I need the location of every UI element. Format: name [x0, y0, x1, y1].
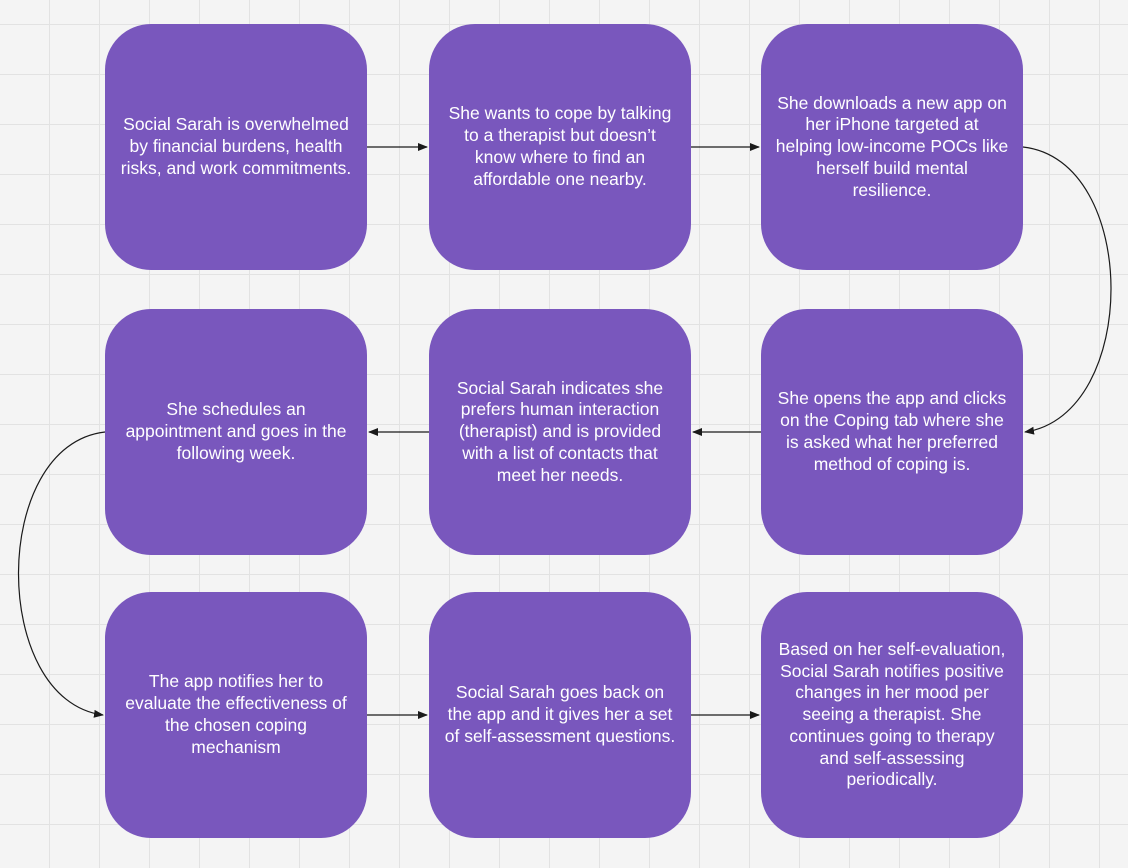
arrow-step3-to-step4 [1022, 146, 1112, 435]
step-card-6[interactable]: She schedules an appointment and goes in… [105, 309, 367, 555]
flowchart-canvas: Social Sarah is overwhelmed by financial… [0, 0, 1128, 868]
step-card-1[interactable]: Social Sarah is overwhelmed by financial… [105, 24, 367, 270]
step-1-text: Social Sarah is overwhelmed by financial… [120, 114, 352, 178]
step-4-text: She opens the app and clicks on the Copi… [777, 388, 1007, 474]
step-card-5[interactable]: Social Sarah indicates she prefers human… [429, 309, 691, 555]
step-card-4[interactable]: She opens the app and clicks on the Copi… [761, 309, 1023, 555]
step-card-7[interactable]: The app notifies her to evaluate the eff… [105, 592, 367, 838]
step-7-text: The app notifies her to evaluate the eff… [125, 671, 347, 757]
step-card-2[interactable]: She wants to cope by talking to a therap… [429, 24, 691, 270]
step-card-8[interactable]: Social Sarah goes back on the app and it… [429, 592, 691, 838]
arrow-step6-to-step7 [18, 431, 106, 718]
step-8-text: Social Sarah goes back on the app and it… [444, 682, 676, 746]
step-card-3[interactable]: She downloads a new app on her iPhone ta… [761, 24, 1023, 270]
step-card-9[interactable]: Based on her self-evaluation, Social Sar… [761, 592, 1023, 838]
step-9-text: Based on her self-evaluation, Social Sar… [778, 638, 1006, 790]
step-3-text: She downloads a new app on her iPhone ta… [775, 92, 1009, 200]
step-6-text: She schedules an appointment and goes in… [125, 399, 347, 463]
step-2-text: She wants to cope by talking to a therap… [448, 103, 672, 189]
step-5-text: Social Sarah indicates she prefers human… [456, 377, 664, 485]
